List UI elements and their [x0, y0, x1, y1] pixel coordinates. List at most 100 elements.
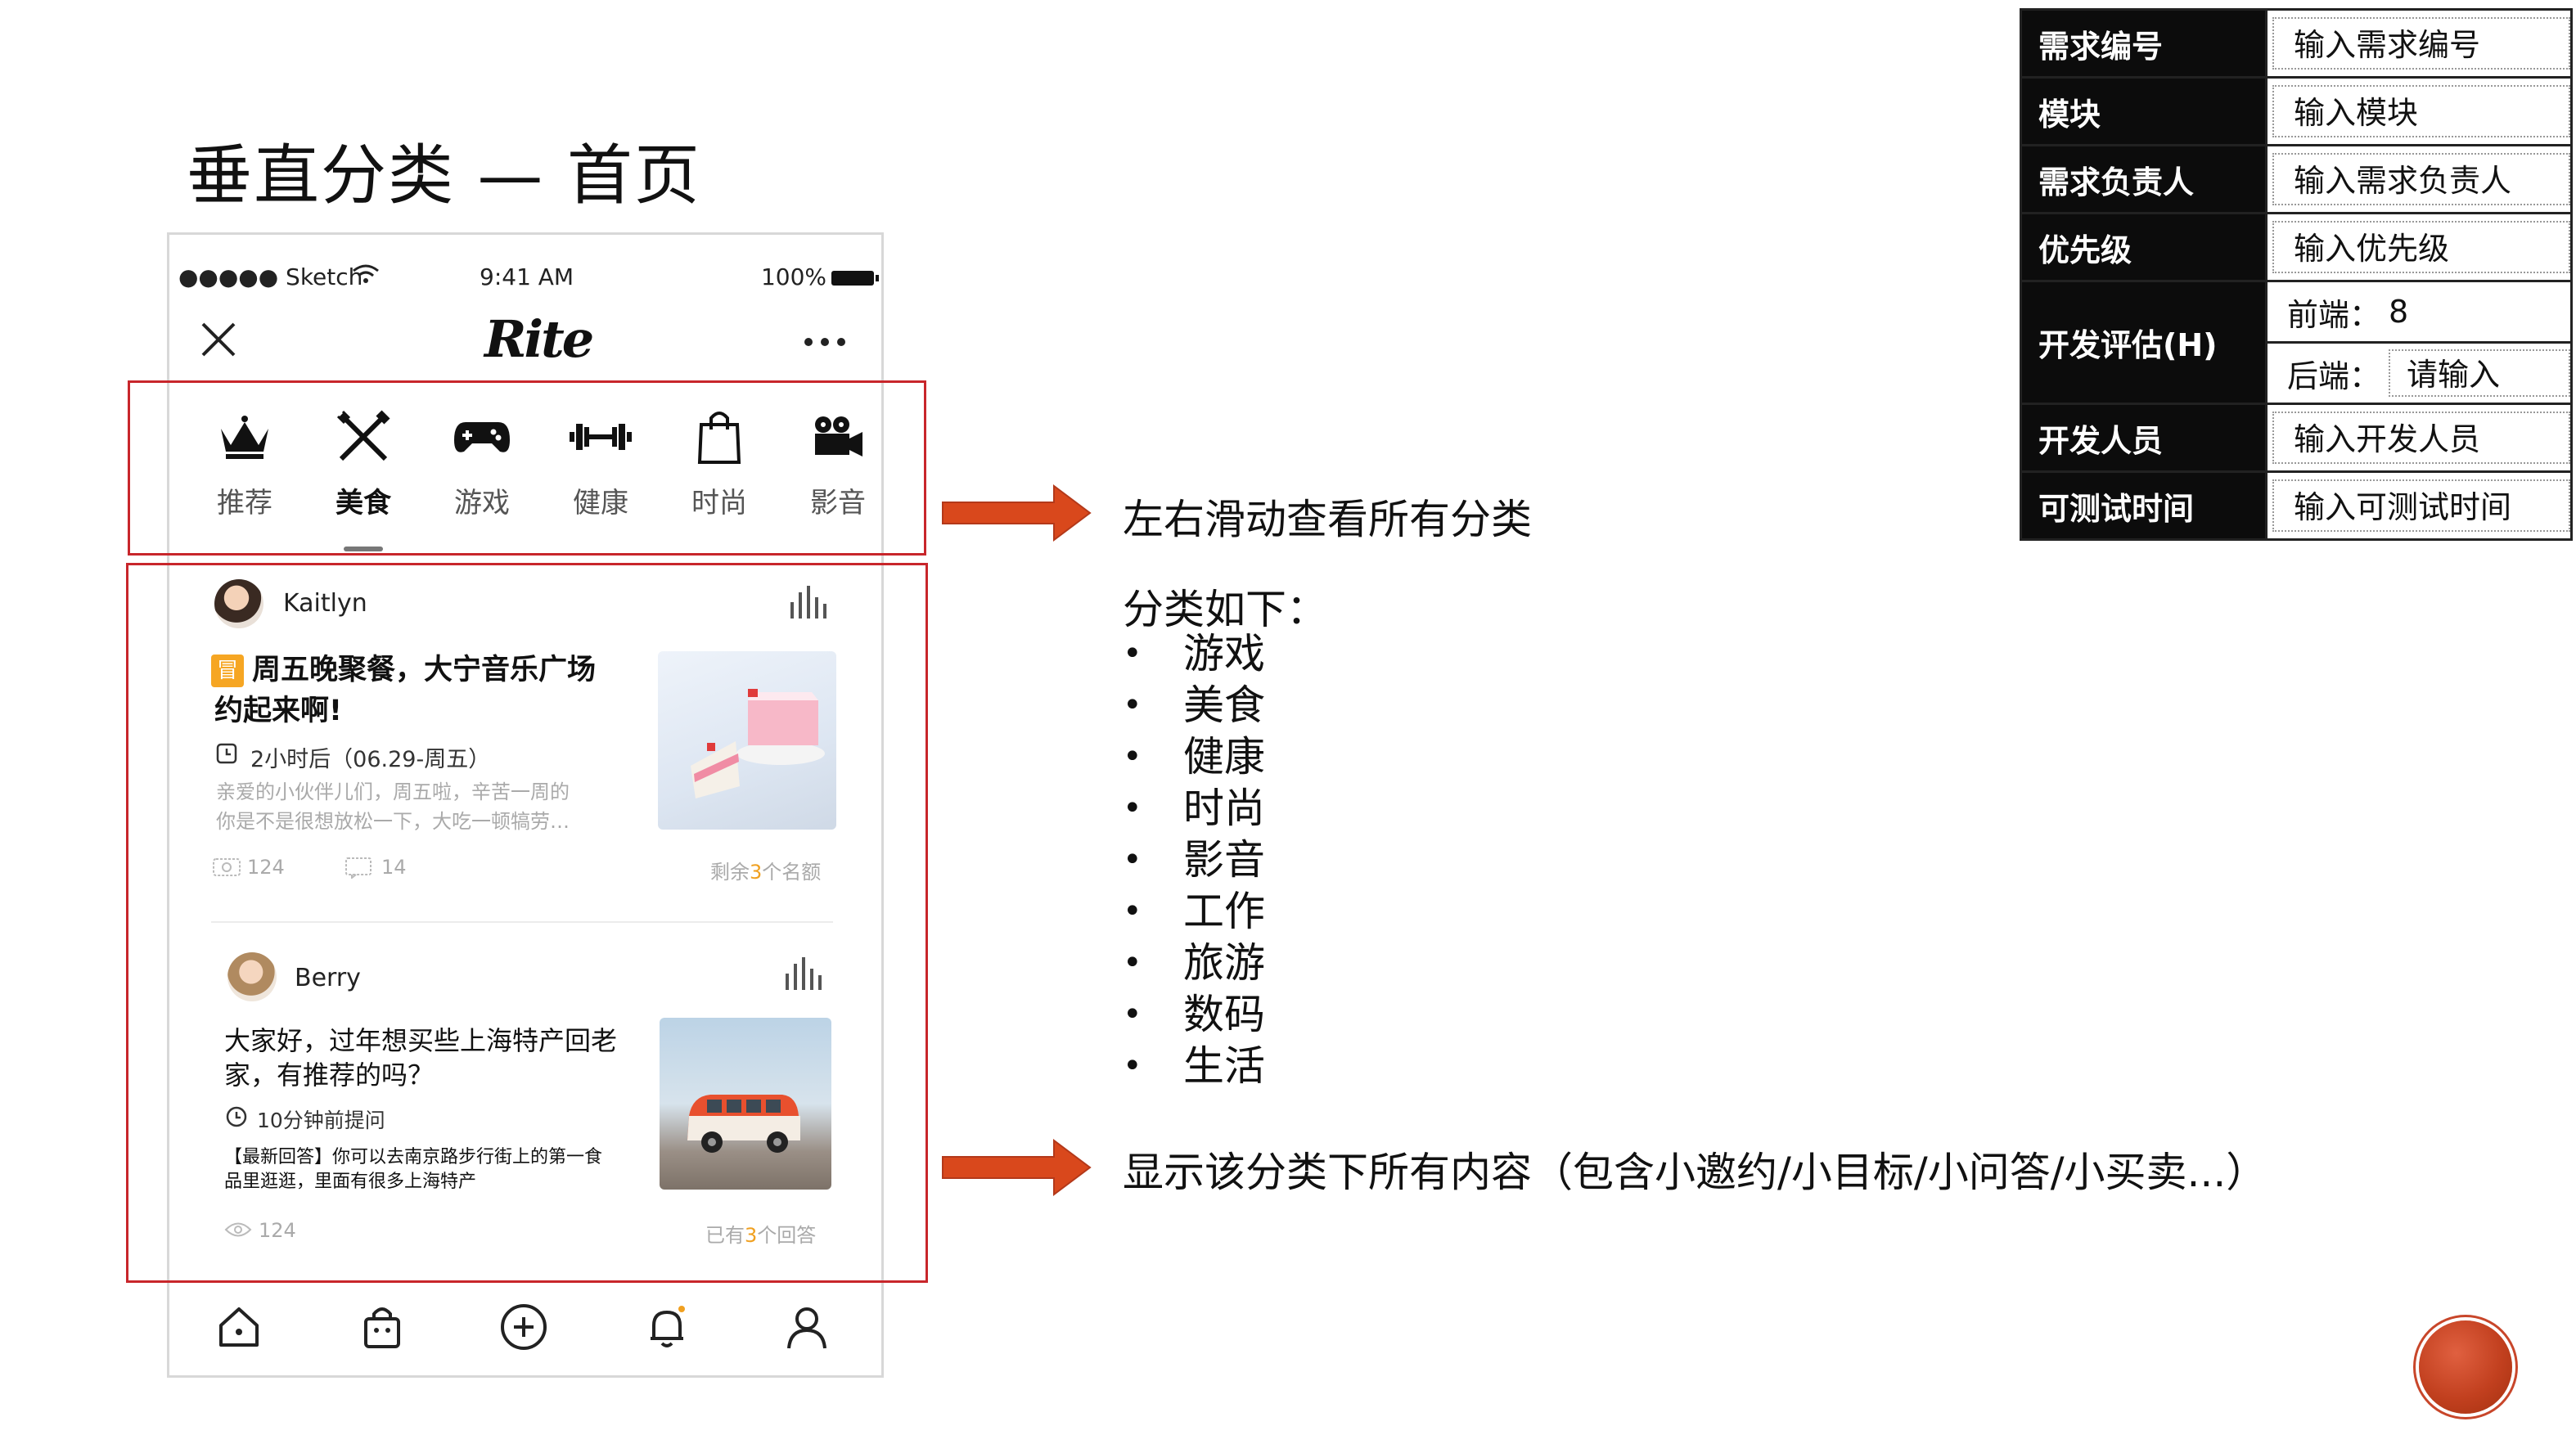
post-image-van[interactable]: [660, 1018, 831, 1190]
view-count-icon: [224, 1221, 252, 1242]
post-time: 10分钟前提问: [257, 1109, 385, 1132]
clock-icon: [216, 743, 237, 767]
wifi-icon: [352, 263, 380, 290]
post-desc-cont: 你是不是很想放松一下，大吃一顿犒劳…: [216, 810, 570, 833]
more-options-icon[interactable]: [802, 317, 848, 359]
category-tab-food[interactable]: 美食: [318, 405, 408, 520]
category-tab-health[interactable]: 健康: [556, 405, 646, 520]
annotation-swipe: 左右滑动查看所有分类: [1123, 496, 1532, 543]
test-time-label: 可测试时间: [2020, 470, 2268, 541]
quota-number: 3: [750, 861, 763, 884]
dumbbell-icon: [556, 405, 646, 469]
post-title-cont: 约起来啊!: [214, 695, 342, 727]
developer-input[interactable]: 输入开发人员: [2272, 412, 2570, 464]
view-count: 124: [259, 1219, 296, 1242]
list-item: 时尚: [1123, 783, 1265, 834]
invite-tag-icon: 冒: [211, 655, 244, 687]
bell-icon[interactable]: [641, 1301, 693, 1353]
list-item: 旅游: [1123, 938, 1265, 989]
developer-label: 开发人员: [2020, 403, 2268, 473]
post-username: Kaitlyn: [283, 589, 367, 618]
category-label: 美食: [336, 487, 391, 520]
backend-input[interactable]: 请输入: [2389, 349, 2570, 397]
quota-prefix: 已有: [705, 1224, 745, 1247]
gamepad-icon: [437, 405, 527, 469]
post-card[interactable]: Berry 大家好，过年想买些上海特产回老 家，有推荐的吗？ 10分钟前提问 【…: [221, 949, 835, 1260]
list-item: 美食: [1123, 680, 1265, 731]
priority-label: 优先级: [2020, 212, 2268, 282]
frontend-input[interactable]: 8: [2389, 294, 2408, 330]
post-username: Berry: [295, 964, 361, 992]
category-tab-game[interactable]: 游戏: [437, 405, 527, 520]
req-id-label: 需求编号: [2020, 8, 2268, 79]
app-logo: Rite: [484, 309, 594, 369]
category-tab-media[interactable]: 影音: [793, 405, 883, 520]
module-input[interactable]: 输入模块: [2272, 85, 2570, 137]
slide-title: 垂直分类 — 首页: [187, 137, 701, 214]
list-item: 影音: [1123, 834, 1265, 886]
view-count: 124: [247, 856, 285, 879]
post-time: 2小时后（06.29-周五）: [250, 747, 491, 772]
list-item: 数码: [1123, 989, 1265, 1041]
avatar: [227, 952, 277, 1001]
arrow-icon: [941, 484, 1092, 545]
post-title: 大家好，过年想买些上海特产回老: [224, 1025, 618, 1056]
close-icon[interactable]: [198, 319, 239, 360]
post-title: 周五晚聚餐，大宁音乐广场: [252, 654, 597, 686]
active-category-indicator: [344, 547, 383, 551]
post-desc-cont: 品里逛逛，里面有很多上海特产: [224, 1172, 477, 1192]
post-divider: [211, 921, 833, 923]
comment-count: 14: [381, 856, 407, 879]
category-label: 推荐: [217, 487, 272, 520]
post-image-cake[interactable]: [658, 651, 836, 830]
post-title-cont: 家，有推荐的吗？: [224, 1059, 435, 1091]
status-bar: ●●●●● Sketch 9:41 AM 100%: [178, 263, 879, 296]
profile-icon[interactable]: [781, 1301, 833, 1353]
estimate-label: 开发评估(H): [2020, 280, 2268, 405]
comment-icon: [345, 857, 372, 882]
quota-prefix: 剩余: [710, 861, 750, 884]
arrow-icon: [941, 1139, 1092, 1199]
list-item: 游戏: [1123, 628, 1265, 680]
view-count-icon: [213, 857, 241, 880]
owner-label: 需求负责人: [2020, 144, 2268, 214]
req-id-input[interactable]: 输入需求编号: [2272, 17, 2570, 70]
remaining-quota: 剩余3个名额: [710, 856, 821, 884]
add-icon[interactable]: [498, 1301, 550, 1353]
battery-icon: [831, 271, 879, 286]
annotation-show-all: 显示该分类下所有内容（包含小邀约/小目标/小问答/小买卖...）: [1123, 1149, 2268, 1196]
category-tab-fashion[interactable]: 时尚: [674, 405, 764, 520]
module-label: 模块: [2020, 76, 2268, 146]
category-label: 时尚: [691, 487, 747, 520]
bag-icon[interactable]: [356, 1301, 408, 1353]
frontend-label: 前端：: [2287, 296, 2381, 333]
answer-count: 已有3个回答: [705, 1219, 816, 1248]
quota-suffix: 个名额: [762, 861, 822, 884]
audio-bars-icon[interactable]: [784, 957, 826, 993]
owner-input[interactable]: 输入需求负责人: [2272, 153, 2570, 205]
category-label: 影音: [810, 487, 866, 520]
post-desc: 亲爱的小伙伴儿们，周五啦，辛苦一周的: [216, 780, 570, 803]
priority-input[interactable]: 输入优先级: [2272, 221, 2570, 273]
audio-bars-icon[interactable]: [789, 586, 831, 622]
fork-knife-icon: [318, 405, 408, 469]
crown-icon: [200, 405, 290, 469]
carrier-label: ●●●●● Sketch: [178, 263, 363, 290]
backend-label: 后端：: [2287, 358, 2381, 394]
post-card[interactable]: Kaitlyn 冒 周五晚聚餐，大宁音乐广场 约起来啊! 2小时后（06.29-…: [211, 579, 836, 931]
action-circle-button[interactable]: [2419, 1320, 2512, 1414]
category-tab-recommend[interactable]: 推荐: [200, 405, 290, 520]
video-camera-icon: [793, 405, 883, 469]
frontend-row: 前端： 8: [2268, 282, 2570, 344]
avatar: [214, 579, 263, 628]
list-item: 工作: [1123, 886, 1265, 938]
test-time-input[interactable]: 输入可测试时间: [2272, 479, 2570, 532]
category-label: 游戏: [454, 487, 510, 520]
clock-icon: [226, 1106, 247, 1131]
home-icon[interactable]: [213, 1301, 265, 1353]
annotation-list-title: 分类如下：: [1123, 586, 1327, 633]
list-item: 健康: [1123, 731, 1265, 783]
requirement-info-table: 需求编号 输入需求编号 模块 输入模块 需求负责人 输入需求负责人 优先级 输入…: [2020, 8, 2573, 541]
status-time: 9:41 AM: [480, 263, 574, 290]
battery-indicator: 100%: [761, 263, 879, 290]
